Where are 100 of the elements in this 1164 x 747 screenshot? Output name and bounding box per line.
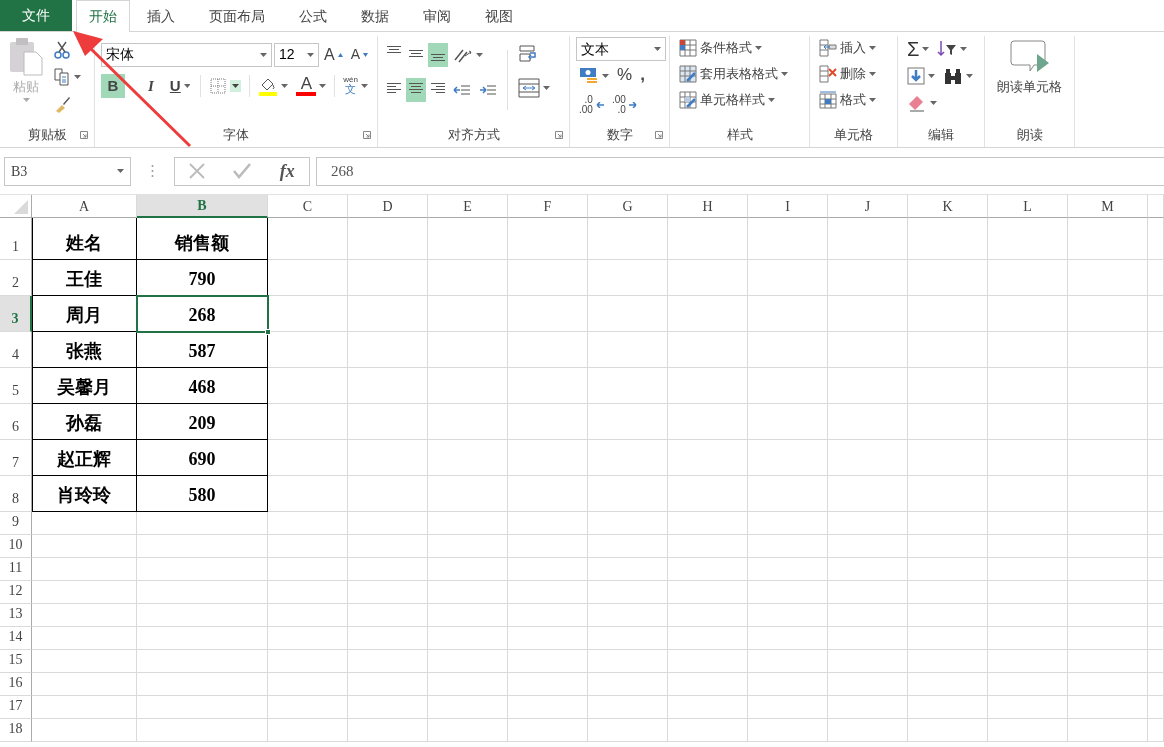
column-header[interactable]: G [588,195,668,218]
empty-cell[interactable] [1148,604,1164,627]
empty-cell[interactable] [748,696,828,719]
empty-cell[interactable] [588,404,668,440]
empty-cell[interactable] [428,404,508,440]
empty-cell[interactable] [828,512,908,535]
empty-cell[interactable] [668,476,748,512]
empty-cell[interactable] [32,535,137,558]
empty-cell[interactable] [428,719,508,742]
row-header[interactable]: 3 [0,296,32,332]
ribbon-tab[interactable]: 页面布局 [192,0,282,32]
empty-cell[interactable] [268,604,348,627]
bold-button[interactable]: B [101,73,125,98]
empty-cell[interactable] [1148,260,1164,296]
empty-cell[interactable] [828,332,908,368]
empty-cell[interactable] [428,650,508,673]
empty-cell[interactable] [428,581,508,604]
empty-cell[interactable] [908,296,988,332]
comma-button[interactable]: , [637,63,648,88]
phonetic-button[interactable]: wén 文 [340,73,371,98]
dialog-launcher-icon[interactable] [555,131,563,139]
empty-cell[interactable] [508,535,588,558]
empty-cell[interactable] [748,332,828,368]
empty-cell[interactable] [428,512,508,535]
empty-cell[interactable] [137,650,268,673]
ribbon-tab[interactable]: 数据 [344,0,406,32]
table-cell[interactable]: 孙磊 [32,404,137,440]
empty-cell[interactable] [268,404,348,440]
empty-cell[interactable] [988,440,1068,476]
empty-cell[interactable] [137,581,268,604]
empty-cell[interactable] [348,512,428,535]
table-cell[interactable]: 587 [137,332,268,368]
empty-cell[interactable] [748,719,828,742]
empty-cell[interactable] [348,581,428,604]
empty-cell[interactable] [588,581,668,604]
empty-cell[interactable] [428,440,508,476]
empty-cell[interactable] [828,440,908,476]
empty-cell[interactable] [908,627,988,650]
table-cell[interactable]: 王佳 [32,260,137,296]
empty-cell[interactable] [668,627,748,650]
column-header[interactable]: J [828,195,908,218]
empty-cell[interactable] [828,476,908,512]
empty-cell[interactable] [508,581,588,604]
empty-cell[interactable] [988,476,1068,512]
empty-cell[interactable] [1068,719,1148,742]
empty-cell[interactable] [668,440,748,476]
empty-cell[interactable] [588,512,668,535]
empty-cell[interactable] [908,332,988,368]
empty-cell[interactable] [428,535,508,558]
increase-decimal-button[interactable]: .0 .00 [576,93,607,117]
font-name-dropdown[interactable]: 宋体 [101,42,272,67]
empty-cell[interactable] [1148,512,1164,535]
insert-function-button[interactable]: fx [279,157,295,185]
empty-cell[interactable] [508,332,588,368]
empty-cell[interactable] [32,650,137,673]
empty-cell[interactable] [748,558,828,581]
empty-cell[interactable] [908,218,988,260]
empty-cell[interactable] [137,512,268,535]
column-header[interactable]: H [668,195,748,218]
empty-cell[interactable] [428,604,508,627]
empty-cell[interactable] [828,581,908,604]
empty-cell[interactable] [1148,627,1164,650]
empty-cell[interactable] [1148,719,1164,742]
empty-cell[interactable] [1148,650,1164,673]
empty-cell[interactable] [828,404,908,440]
table-cell[interactable]: 790 [137,260,268,296]
empty-cell[interactable] [1068,404,1148,440]
empty-cell[interactable] [668,696,748,719]
number-format-dropdown[interactable]: 文本 [576,37,666,61]
empty-cell[interactable] [348,535,428,558]
empty-cell[interactable] [1148,696,1164,719]
empty-cell[interactable] [508,558,588,581]
empty-cell[interactable] [1068,627,1148,650]
column-header[interactable]: A [32,195,137,218]
empty-cell[interactable] [1068,260,1148,296]
empty-cell[interactable] [508,260,588,296]
empty-cell[interactable] [508,696,588,719]
empty-cell[interactable] [1068,218,1148,260]
empty-cell[interactable] [508,673,588,696]
empty-cell[interactable] [137,673,268,696]
decrease-decimal-button[interactable]: .00 .0 [608,93,640,117]
table-cell[interactable]: 周月 [32,296,137,332]
ribbon-tab[interactable]: 视图 [468,0,530,32]
row-header[interactable]: 4 [0,332,32,368]
empty-cell[interactable] [1068,581,1148,604]
empty-cell[interactable] [588,218,668,260]
empty-cell[interactable] [508,719,588,742]
empty-cell[interactable] [988,260,1068,296]
empty-cell[interactable] [348,650,428,673]
empty-cell[interactable] [668,296,748,332]
empty-cell[interactable] [348,218,428,260]
empty-cell[interactable] [588,673,668,696]
style-menu-button[interactable]: 单元格样式 [676,88,803,112]
empty-cell[interactable] [268,476,348,512]
read-cells-button[interactable]: 朗读单元格 [995,36,1064,116]
empty-cell[interactable] [348,260,428,296]
empty-cell[interactable] [137,604,268,627]
empty-cell[interactable] [588,604,668,627]
empty-cell[interactable] [268,558,348,581]
empty-cell[interactable] [908,476,988,512]
